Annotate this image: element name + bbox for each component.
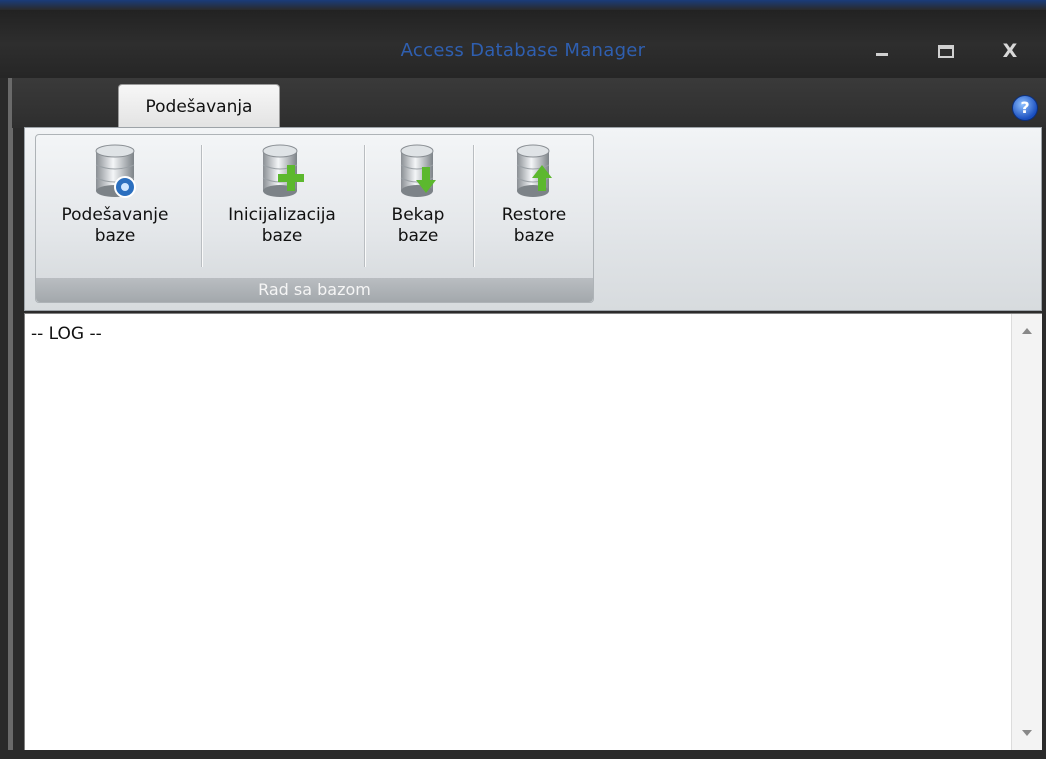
maximize-icon [938, 45, 954, 58]
restore-baze-label-2: baze [513, 226, 555, 246]
tab-podesavanja[interactable]: Podešavanja [118, 84, 280, 129]
close-button[interactable]: X [995, 38, 1025, 64]
database-backup-icon [400, 144, 436, 197]
inicijalizacija-baze-label-2: baze [261, 226, 303, 246]
ribbon-separator [201, 145, 203, 267]
bekap-baze-label-2: baze [397, 226, 439, 246]
log-textarea[interactable]: -- LOG -- [24, 313, 1042, 751]
podesavanje-baze-button[interactable]: Podešavanje baze [40, 135, 190, 275]
window-left-border-highlight [8, 78, 13, 759]
window-bottom-border [0, 750, 1046, 759]
title-bar[interactable]: Access Database Manager X [0, 10, 1046, 78]
help-button[interactable]: ? [1012, 95, 1038, 121]
database-add-icon [262, 144, 304, 197]
restore-baze-label-1: Restore [501, 205, 567, 225]
podesavanje-baze-label-1: Podešavanje [61, 205, 169, 225]
ribbon-separator [473, 145, 475, 267]
inicijalizacija-baze-button[interactable]: Inicijalizacija baze [204, 135, 360, 275]
app-window: Access Database Manager X Podešavanja ? [0, 0, 1046, 759]
log-text: -- LOG -- [31, 324, 102, 344]
ribbon: Podešavanje baze Inicijalizacija baze Be… [24, 127, 1042, 311]
database-settings-icon [95, 144, 136, 198]
ribbon-separator [364, 145, 366, 267]
minimize-icon [876, 53, 888, 56]
scroll-down-icon[interactable] [1022, 730, 1032, 736]
database-restore-icon [516, 144, 552, 197]
podesavanje-baze-label-2: baze [94, 226, 136, 246]
scroll-up-icon[interactable] [1022, 328, 1032, 334]
ribbon-group-rad-sa-bazom: Podešavanje baze Inicijalizacija baze Be… [35, 134, 594, 303]
ribbon-group-label: Rad sa bazom [36, 278, 593, 302]
top-strip [0, 0, 1046, 10]
bekap-baze-label-1: Bekap [391, 205, 445, 225]
inicijalizacija-baze-label-1: Inicijalizacija [228, 205, 336, 225]
log-scrollbar[interactable] [1011, 314, 1042, 750]
restore-baze-button[interactable]: Restore baze [477, 135, 591, 275]
bekap-baze-button[interactable]: Bekap baze [368, 135, 468, 275]
maximize-button[interactable] [931, 38, 961, 64]
minimize-button[interactable] [867, 38, 897, 64]
